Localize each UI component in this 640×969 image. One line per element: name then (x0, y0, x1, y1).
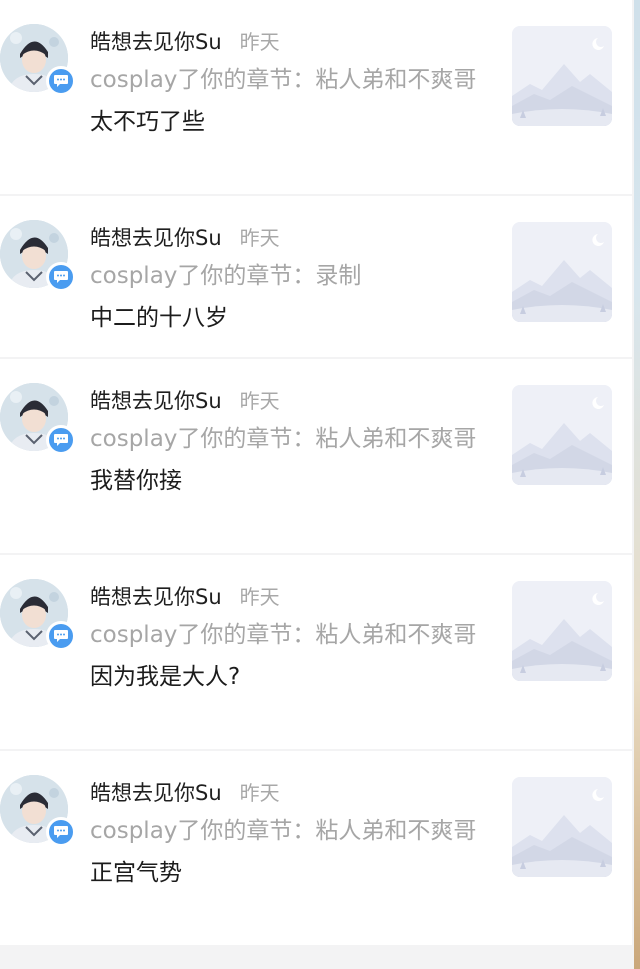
author-name[interactable]: 皓想去见你Su (90, 385, 222, 417)
timestamp: 昨天 (239, 389, 280, 413)
chat-bubble-icon (46, 66, 76, 96)
avatar-group[interactable] (0, 775, 78, 849)
notification-item[interactable]: 皓想去见你Su 昨天 cosplay了你的章节：粘人弟和不爽哥 我替你接 (0, 359, 632, 553)
mountain-placeholder-icon[interactable] (512, 26, 612, 126)
timestamp: 昨天 (239, 30, 280, 54)
notification-item[interactable]: 皓想去见你Su 昨天 cosplay了你的章节：粘人弟和不爽哥 因为我是大人? (0, 555, 632, 749)
mountain-placeholder-icon[interactable] (512, 777, 612, 877)
notification-action-text: cosplay了你的章节：粘人弟和不爽哥 (90, 818, 477, 844)
mountain-placeholder-icon[interactable] (512, 581, 612, 681)
author-name[interactable]: 皓想去见你Su (90, 777, 222, 809)
notification-action-text: cosplay了你的章节：粘人弟和不爽哥 (90, 622, 477, 648)
avatar-group[interactable] (0, 220, 78, 294)
screen-edge-strip (634, 0, 640, 969)
notification-page: 皓想去见你Su 昨天 cosplay了你的章节：粘人弟和不爽哥 太不巧了些 皓想… (0, 0, 640, 969)
notification-content: 皓想去见你Su 昨天 cosplay了你的章节：粘人弟和不爽哥 因为我是大人? (90, 581, 490, 693)
avatar-group[interactable] (0, 383, 78, 457)
timestamp: 昨天 (239, 226, 280, 250)
notification-list: 皓想去见你Su 昨天 cosplay了你的章节：粘人弟和不爽哥 太不巧了些 皓想… (0, 0, 632, 947)
notification-action-text: cosplay了你的章节：录制 (90, 263, 362, 289)
notification-content: 皓想去见你Su 昨天 cosplay了你的章节：粘人弟和不爽哥 正宫气势 (90, 777, 490, 889)
notification-action-text: cosplay了你的章节：粘人弟和不爽哥 (90, 426, 477, 452)
chat-bubble-icon (46, 817, 76, 847)
notification-action-text: cosplay了你的章节：粘人弟和不爽哥 (90, 67, 477, 93)
mountain-placeholder-icon[interactable] (512, 222, 612, 322)
comment-text: 因为我是大人? (90, 664, 241, 690)
chat-bubble-icon (46, 262, 76, 292)
notification-meta: 皓想去见你Su 昨天 (90, 385, 490, 417)
notification-item[interactable]: 皓想去见你Su 昨天 cosplay了你的章节：粘人弟和不爽哥 太不巧了些 (0, 0, 632, 194)
mountain-placeholder-icon[interactable] (512, 385, 612, 485)
comment-text: 我替你接 (90, 468, 182, 494)
comment-text: 正宫气势 (90, 860, 182, 886)
notification-meta: 皓想去见你Su 昨天 (90, 26, 490, 58)
chat-bubble-icon (46, 621, 76, 651)
notification-content: 皓想去见你Su 昨天 cosplay了你的章节：粘人弟和不爽哥 太不巧了些 (90, 26, 490, 138)
avatar-group[interactable] (0, 24, 78, 98)
author-name[interactable]: 皓想去见你Su (90, 581, 222, 613)
notification-meta: 皓想去见你Su 昨天 (90, 222, 490, 254)
notification-meta: 皓想去见你Su 昨天 (90, 581, 490, 613)
comment-text: 太不巧了些 (90, 109, 205, 135)
author-name[interactable]: 皓想去见你Su (90, 26, 222, 58)
comment-text: 中二的十八岁 (90, 305, 228, 331)
chat-bubble-icon (46, 425, 76, 455)
avatar-group[interactable] (0, 579, 78, 653)
notification-content: 皓想去见你Su 昨天 cosplay了你的章节：粘人弟和不爽哥 我替你接 (90, 385, 490, 497)
notification-item[interactable]: 皓想去见你Su 昨天 cosplay了你的章节：粘人弟和不爽哥 正宫气势 (0, 751, 632, 945)
author-name[interactable]: 皓想去见你Su (90, 222, 222, 254)
notification-content: 皓想去见你Su 昨天 cosplay了你的章节：录制 中二的十八岁 (90, 222, 490, 334)
notification-meta: 皓想去见你Su 昨天 (90, 777, 490, 809)
timestamp: 昨天 (239, 781, 280, 805)
notification-item[interactable]: 皓想去见你Su 昨天 cosplay了你的章节：录制 中二的十八岁 (0, 196, 632, 357)
timestamp: 昨天 (239, 585, 280, 609)
